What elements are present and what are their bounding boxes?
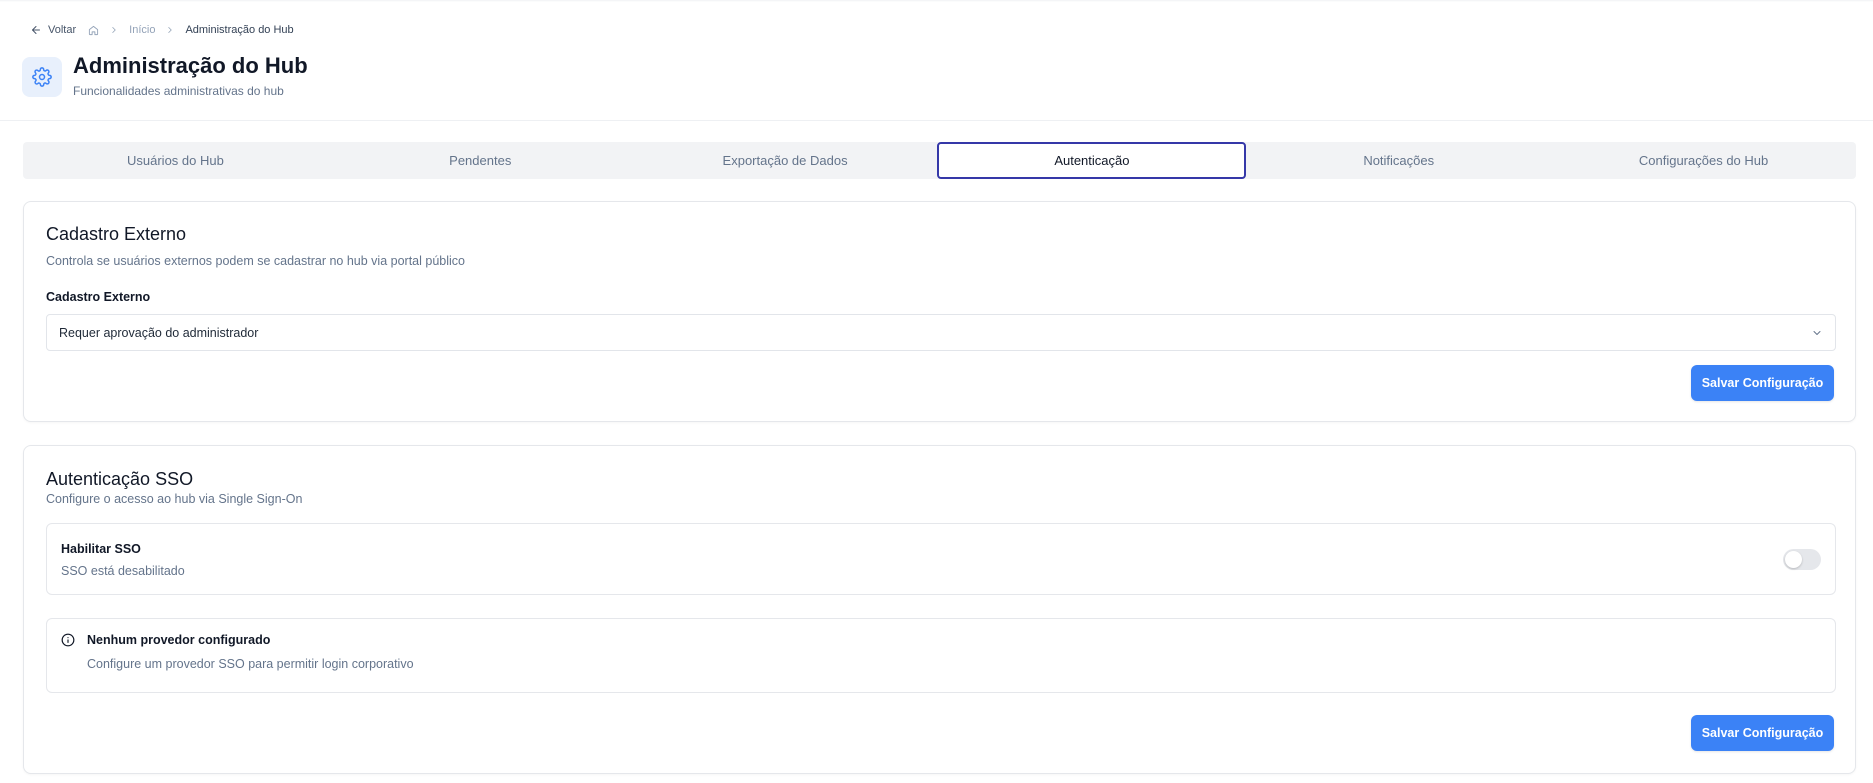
toggle-knob	[1785, 551, 1802, 568]
tab-notifications[interactable]: Notificações	[1246, 142, 1551, 179]
sso-toggle-label: Habilitar SSO	[61, 542, 141, 556]
back-link[interactable]: Voltar	[30, 24, 76, 36]
chevron-right-icon	[165, 25, 175, 35]
tab-pending[interactable]: Pendentes	[328, 142, 633, 179]
top-edge	[0, 0, 1873, 2]
back-label: Voltar	[48, 24, 77, 36]
sso-info-box: Nenhum provedor configurado Configure um…	[46, 618, 1836, 693]
sso-info-title: Nenhum provedor configurado	[87, 633, 271, 647]
external-signup-title: Cadastro Externo	[46, 224, 187, 244]
info-icon	[61, 633, 75, 647]
external-signup-save-button[interactable]: Salvar Configuração	[1691, 365, 1834, 401]
page-title: Administração do Hub	[73, 53, 308, 78]
tab-bar: Usuários do Hub Pendentes Exportação de …	[23, 142, 1856, 179]
sso-toggle-status: SSO está desabilitado	[61, 564, 185, 578]
page-title-icon	[22, 57, 62, 97]
external-signup-selected-value: Requer aprovação do administrador	[59, 325, 259, 340]
external-signup-description: Controla se usuários externos podem se c…	[46, 254, 465, 268]
chevron-right-icon	[109, 25, 119, 35]
sso-toggle-switch[interactable]	[1783, 549, 1821, 570]
external-signup-field-label: Cadastro Externo	[46, 290, 151, 304]
arrow-left-icon	[32, 26, 40, 34]
gear-icon	[32, 67, 52, 87]
external-signup-select[interactable]: Requer aprovação do administrador	[46, 314, 1836, 351]
chevron-down-icon	[1813, 330, 1821, 335]
page-header: Voltar Início Administração do Hub Admin…	[0, 0, 1873, 121]
sso-title: Autenticação SSO	[46, 469, 194, 489]
tab-hub-settings[interactable]: Configurações do Hub	[1551, 142, 1856, 179]
sso-toggle-box: Habilitar SSO SSO está desabilitado	[46, 523, 1836, 595]
sso-description: Configure o acesso ao hub via Single Sig…	[46, 492, 303, 506]
breadcrumb: Voltar Início Administração do Hub	[30, 22, 294, 38]
home-link[interactable]	[88, 25, 99, 36]
breadcrumb-current: Administração do Hub	[185, 24, 294, 36]
sso-save-button[interactable]: Salvar Configuração	[1691, 715, 1834, 751]
breadcrumb-home-link[interactable]: Início	[129, 24, 155, 36]
home-icon	[89, 25, 99, 35]
sso-card: Autenticação SSO Configure o acesso ao h…	[23, 445, 1856, 774]
tab-hub-users[interactable]: Usuários do Hub	[23, 142, 328, 179]
tab-authentication[interactable]: Autenticação	[937, 142, 1247, 179]
external-signup-card: Cadastro Externo Controla se usuários ex…	[23, 201, 1856, 422]
sso-info-text: Configure um provedor SSO para permitir …	[87, 657, 414, 671]
tab-data-export[interactable]: Exportação de Dados	[633, 142, 938, 179]
page-subtitle: Funcionalidades administrativas do hub	[73, 84, 284, 98]
